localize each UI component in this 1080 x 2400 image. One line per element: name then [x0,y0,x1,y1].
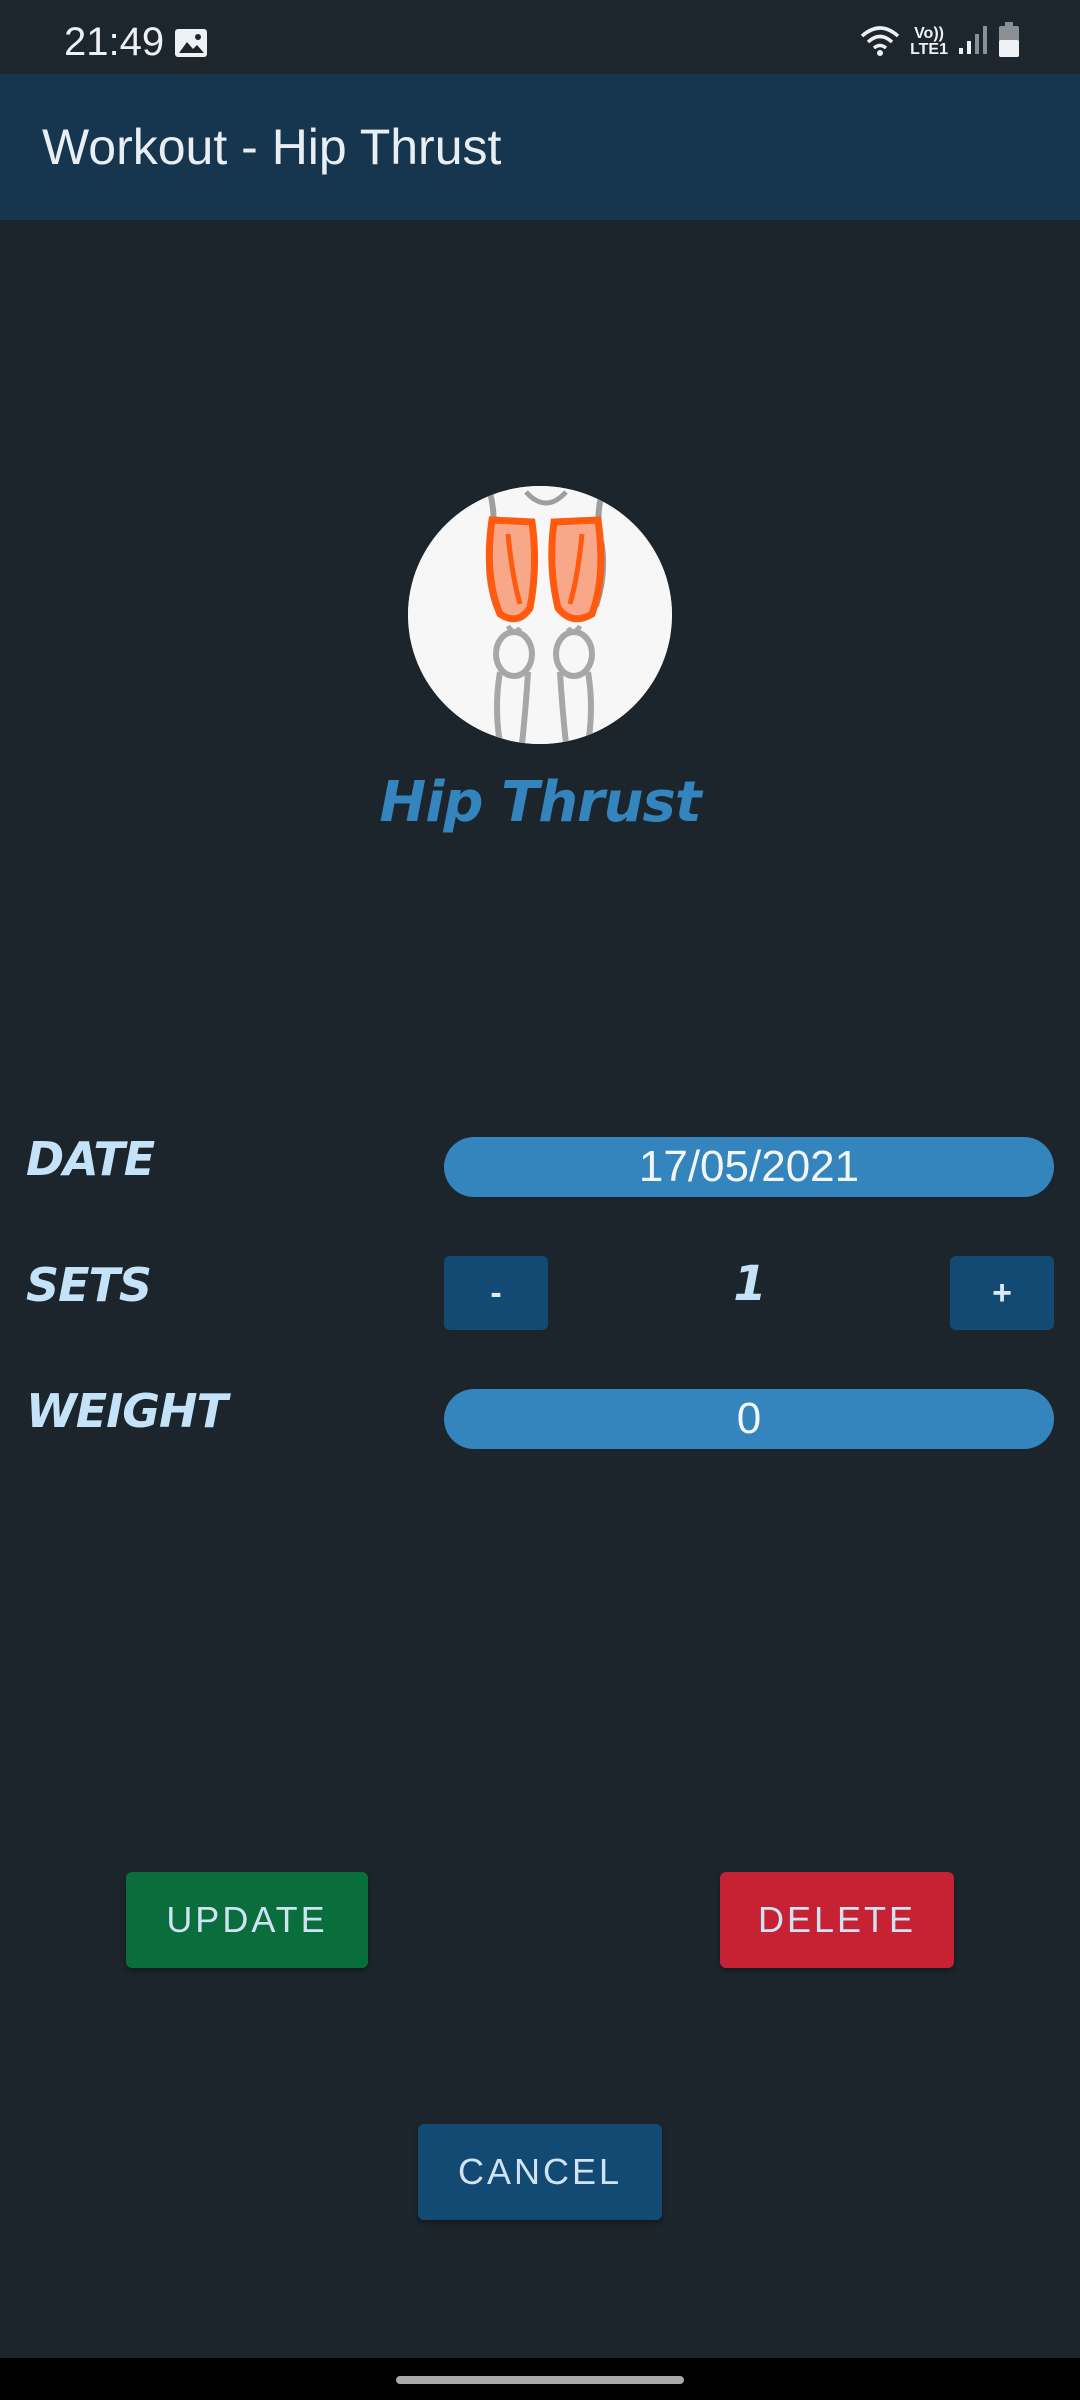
cancel-button[interactable]: CANCEL [418,2124,662,2220]
delete-button[interactable]: DELETE [720,1872,954,1968]
home-handle[interactable] [396,2376,684,2384]
sets-label: SETS [26,1258,152,1312]
battery-icon [998,21,1020,63]
volte-indicator: Vo)) LTE1 [910,26,948,58]
wifi-icon [860,24,900,61]
sets-value: 1 [733,1256,767,1312]
image-icon [174,28,208,58]
exercise-name: Hip Thrust [379,770,701,835]
volte-line1: Vo)) [914,25,944,42]
status-icons: Vo)) LTE1 [860,21,1020,63]
date-field[interactable]: 17/05/2021 [444,1137,1054,1197]
update-button[interactable]: UPDATE [126,1872,368,1968]
sets-decrement-button[interactable]: - [444,1256,548,1330]
weight-field[interactable]: 0 [444,1389,1054,1449]
status-time: 21:49 [64,20,165,64]
weight-label: WEIGHT [26,1384,228,1438]
date-label: DATE [26,1132,155,1186]
volte-line2: LTE1 [910,41,948,58]
navigation-bar [0,2358,1080,2400]
exercise-illustration-icon [408,486,672,744]
app-bar: Workout - Hip Thrust [0,74,1080,220]
signal-icon [958,24,988,61]
sets-increment-button[interactable]: + [950,1256,1054,1330]
status-bar: 21:49 Vo)) LTE1 [0,0,1080,74]
page-title: Workout - Hip Thrust [42,119,502,175]
